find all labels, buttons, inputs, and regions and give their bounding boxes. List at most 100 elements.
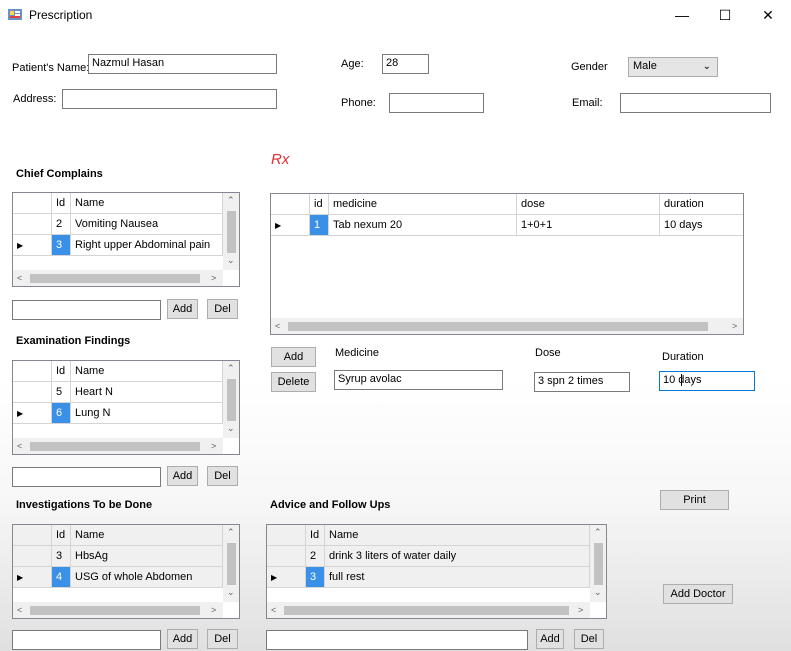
cell-name[interactable]: Vomiting Nausea: [71, 214, 223, 235]
address-input[interactable]: [62, 89, 277, 109]
cell-medicine[interactable]: Tab nexum 20: [329, 215, 517, 236]
cell-name[interactable]: HbsAg: [71, 546, 223, 567]
row-header[interactable]: [13, 214, 52, 235]
scroll-left-icon[interactable]: <: [17, 441, 22, 451]
vertical-scrollbar[interactable]: ⌃ ⌄: [223, 193, 239, 270]
exam-del-button[interactable]: Del: [207, 466, 238, 486]
chief-del-button[interactable]: Del: [207, 299, 238, 319]
investigations-input[interactable]: [12, 630, 161, 650]
cell-name[interactable]: USG of whole Abdomen: [71, 567, 223, 588]
scroll-left-icon[interactable]: <: [271, 605, 276, 615]
medicine-add-button[interactable]: Add: [271, 347, 316, 367]
phone-input[interactable]: [389, 93, 484, 113]
row-header[interactable]: [13, 382, 52, 403]
column-header-id[interactable]: Id: [52, 193, 71, 214]
vertical-scrollbar[interactable]: ⌃ ⌄: [590, 525, 606, 602]
horizontal-scrollbar[interactable]: < >: [267, 602, 590, 618]
advice-add-button[interactable]: Add: [536, 629, 564, 649]
duration-input[interactable]: 10 days: [659, 371, 755, 391]
scroll-up-icon[interactable]: ⌃: [227, 363, 235, 374]
scroll-right-icon[interactable]: >: [211, 441, 216, 451]
row-header-current[interactable]: ▶: [267, 567, 306, 588]
scroll-left-icon[interactable]: <: [275, 321, 280, 331]
vertical-scrollbar[interactable]: ⌃ ⌄: [223, 361, 239, 438]
scroll-down-icon[interactable]: ⌄: [594, 587, 602, 598]
dose-input[interactable]: 3 spn 2 times: [534, 372, 630, 392]
cell-id-selected[interactable]: 3: [52, 235, 71, 256]
cell-id[interactable]: 2: [306, 546, 325, 567]
cell-dose[interactable]: 1+0+1: [517, 215, 660, 236]
cell-name[interactable]: full rest: [325, 567, 590, 588]
column-header-id[interactable]: Id: [52, 525, 71, 546]
cell-name[interactable]: Lung N: [71, 403, 223, 424]
cell-duration[interactable]: 10 days: [660, 215, 743, 236]
column-header-name[interactable]: Name: [71, 525, 223, 546]
chief-complains-grid[interactable]: Id Name 2 Vomiting Nausea ▶ 3 Right uppe…: [12, 192, 240, 287]
examination-findings-grid[interactable]: Id Name 5 Heart N ▶ 6 Lung N ⌃ ⌄ < >: [12, 360, 240, 455]
scroll-down-icon[interactable]: ⌄: [227, 587, 235, 598]
gender-select[interactable]: Male ⌄: [628, 57, 718, 77]
advice-del-button[interactable]: Del: [574, 629, 604, 649]
scroll-right-icon[interactable]: >: [732, 321, 737, 331]
maximize-button[interactable]: ☐: [702, 0, 748, 30]
column-header-name[interactable]: Name: [71, 361, 223, 382]
row-header-current[interactable]: ▶: [13, 567, 52, 588]
horizontal-scrollbar[interactable]: < >: [13, 270, 223, 286]
row-header-current[interactable]: ▶: [13, 235, 52, 256]
column-header-duration[interactable]: duration: [660, 194, 743, 215]
row-header-current[interactable]: ▶: [13, 403, 52, 424]
medicine-grid[interactable]: id medicine dose duration ▶ 1 Tab nexum …: [270, 193, 744, 335]
chief-complains-input[interactable]: [12, 300, 161, 320]
row-header-current[interactable]: ▶: [271, 215, 310, 236]
row-header[interactable]: [267, 546, 306, 567]
column-header-medicine[interactable]: medicine: [329, 194, 517, 215]
scroll-left-icon[interactable]: <: [17, 605, 22, 615]
column-header-name[interactable]: Name: [71, 193, 223, 214]
exam-add-button[interactable]: Add: [167, 466, 198, 486]
chief-add-button[interactable]: Add: [167, 299, 198, 319]
patient-name-input[interactable]: Nazmul Hasan: [88, 54, 277, 74]
column-header-id[interactable]: Id: [306, 525, 325, 546]
cell-id-selected[interactable]: 4: [52, 567, 71, 588]
horizontal-scrollbar[interactable]: < >: [13, 438, 223, 454]
medicine-input[interactable]: Syrup avolac: [334, 370, 503, 390]
column-header-name[interactable]: Name: [325, 525, 590, 546]
scroll-up-icon[interactable]: ⌃: [227, 195, 235, 206]
horizontal-scrollbar[interactable]: < >: [271, 318, 743, 334]
column-header-id[interactable]: id: [310, 194, 329, 215]
cell-id[interactable]: 5: [52, 382, 71, 403]
medicine-delete-button[interactable]: Delete: [271, 372, 316, 392]
cell-name[interactable]: Right upper Abdominal pain: [71, 235, 223, 256]
scroll-up-icon[interactable]: ⌃: [594, 527, 602, 538]
invest-del-button[interactable]: Del: [207, 629, 238, 649]
scroll-up-icon[interactable]: ⌃: [227, 527, 235, 538]
cell-id[interactable]: 3: [52, 546, 71, 567]
horizontal-scrollbar[interactable]: < >: [13, 602, 223, 618]
cell-name[interactable]: Heart N: [71, 382, 223, 403]
invest-add-button[interactable]: Add: [167, 629, 198, 649]
minimize-button[interactable]: —: [659, 0, 705, 30]
scroll-right-icon[interactable]: >: [578, 605, 583, 615]
column-header-dose[interactable]: dose: [517, 194, 660, 215]
advice-input[interactable]: [266, 630, 528, 650]
scroll-right-icon[interactable]: >: [211, 273, 216, 283]
vertical-scrollbar[interactable]: ⌃ ⌄: [223, 525, 239, 602]
age-input[interactable]: 28: [382, 54, 429, 74]
scroll-down-icon[interactable]: ⌄: [227, 255, 235, 266]
scroll-right-icon[interactable]: >: [211, 605, 216, 615]
scroll-down-icon[interactable]: ⌄: [227, 423, 235, 434]
investigations-grid[interactable]: Id Name 3 HbsAg ▶ 4 USG of whole Abdomen…: [12, 524, 240, 619]
close-button[interactable]: ✕: [745, 0, 791, 30]
row-header[interactable]: [13, 546, 52, 567]
scroll-left-icon[interactable]: <: [17, 273, 22, 283]
cell-name[interactable]: drink 3 liters of water daily: [325, 546, 590, 567]
cell-id-selected[interactable]: 3: [306, 567, 325, 588]
examination-input[interactable]: [12, 467, 161, 487]
cell-id-selected[interactable]: 6: [52, 403, 71, 424]
email-input[interactable]: [620, 93, 771, 113]
advice-grid[interactable]: Id Name 2 drink 3 liters of water daily …: [266, 524, 607, 619]
print-button[interactable]: Print: [660, 490, 729, 510]
cell-id[interactable]: 2: [52, 214, 71, 235]
add-doctor-button[interactable]: Add Doctor: [663, 584, 733, 604]
cell-id-selected[interactable]: 1: [310, 215, 329, 236]
